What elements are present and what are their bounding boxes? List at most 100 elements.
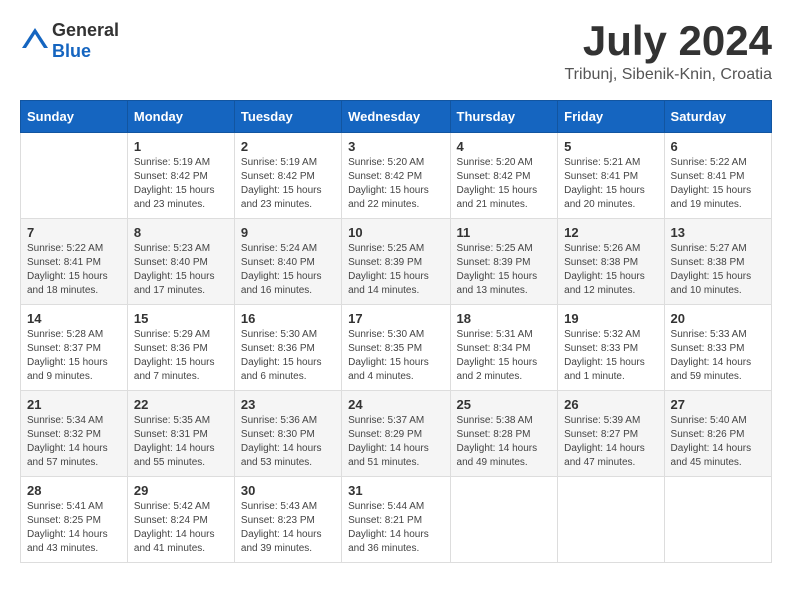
calendar-cell: 3 Sunrise: 5:20 AM Sunset: 8:42 PM Daylig… (342, 133, 450, 219)
calendar-cell: 25Sunrise: 5:38 AM Sunset: 8:28 PM Dayli… (450, 391, 558, 477)
title-area: July 2024 Tribunj, Sibenik-Knin, Croatia (565, 20, 773, 84)
calendar-cell: 9 Sunrise: 5:24 AM Sunset: 8:40 PM Daylig… (234, 219, 341, 305)
day-info: Sunrise: 5:25 AM Sunset: 8:39 PM Dayligh… (348, 242, 443, 298)
day-number: 27 (671, 397, 765, 412)
day-number: 18 (457, 311, 552, 326)
day-info: Sunrise: 5:32 AM Sunset: 8:33 PM Dayligh… (564, 328, 657, 384)
calendar-cell: 22 Sunrise: 5:35 AM Sunset: 8:31 PM Dayli… (127, 391, 234, 477)
day-number: 19 (564, 311, 657, 326)
day-number: 4 (457, 139, 552, 154)
day-number: 20 (671, 311, 765, 326)
week-row-3: 14 Sunrise: 5:28 AM Sunset: 8:37 PM Dayli… (21, 305, 772, 391)
weekday-header-row: SundayMondayTuesdayWednesdayThursdayFrid… (21, 101, 772, 133)
day-info: Sunrise: 5:26 AM Sunset: 8:38 PM Dayligh… (564, 242, 657, 298)
logo-icon (20, 26, 50, 56)
day-number: 10 (348, 225, 443, 240)
calendar-cell (558, 477, 664, 563)
day-number: 29 (134, 483, 228, 498)
day-info: Sunrise: 5:34 AM Sunset: 8:32 PM Dayligh… (27, 414, 121, 470)
calendar-cell: 4Sunrise: 5:20 AM Sunset: 8:42 PM Daylig… (450, 133, 558, 219)
day-info: Sunrise: 5:36 AM Sunset: 8:30 PM Dayligh… (241, 414, 335, 470)
day-number: 25 (457, 397, 552, 412)
calendar-cell: 31 Sunrise: 5:44 AM Sunset: 8:21 PM Dayli… (342, 477, 450, 563)
day-number: 6 (671, 139, 765, 154)
day-number: 12 (564, 225, 657, 240)
logo: General Blue (20, 20, 119, 62)
calendar-cell: 2Sunrise: 5:19 AM Sunset: 8:42 PM Daylig… (234, 133, 341, 219)
day-info: Sunrise: 5:43 AM Sunset: 8:23 PM Dayligh… (241, 500, 335, 556)
day-info: Sunrise: 5:31 AM Sunset: 8:34 PM Dayligh… (457, 328, 552, 384)
day-info: Sunrise: 5:29 AM Sunset: 8:36 PM Dayligh… (134, 328, 228, 384)
day-info: Sunrise: 5:40 AM Sunset: 8:26 PM Dayligh… (671, 414, 765, 470)
day-number: 28 (27, 483, 121, 498)
calendar-cell: 16Sunrise: 5:30 AM Sunset: 8:36 PM Dayli… (234, 305, 341, 391)
day-info: Sunrise: 5:23 AM Sunset: 8:40 PM Dayligh… (134, 242, 228, 298)
day-info: Sunrise: 5:25 AM Sunset: 8:39 PM Dayligh… (457, 242, 552, 298)
calendar-cell: 13 Sunrise: 5:27 AM Sunset: 8:38 PM Dayli… (664, 219, 771, 305)
calendar-cell: 7 Sunrise: 5:22 AM Sunset: 8:41 PM Daylig… (21, 219, 128, 305)
day-info: Sunrise: 5:35 AM Sunset: 8:31 PM Dayligh… (134, 414, 228, 470)
calendar-cell: 12 Sunrise: 5:26 AM Sunset: 8:38 PM Dayli… (558, 219, 664, 305)
day-number: 7 (27, 225, 121, 240)
week-row-2: 7 Sunrise: 5:22 AM Sunset: 8:41 PM Daylig… (21, 219, 772, 305)
day-info: Sunrise: 5:30 AM Sunset: 8:35 PM Dayligh… (348, 328, 443, 384)
day-number: 13 (671, 225, 765, 240)
calendar-cell: 27 Sunrise: 5:40 AM Sunset: 8:26 PM Dayli… (664, 391, 771, 477)
day-number: 3 (348, 139, 443, 154)
day-info: Sunrise: 5:28 AM Sunset: 8:37 PM Dayligh… (27, 328, 121, 384)
day-number: 1 (134, 139, 228, 154)
calendar-cell: 6 Sunrise: 5:22 AM Sunset: 8:41 PM Daylig… (664, 133, 771, 219)
calendar-cell: 1 Sunrise: 5:19 AM Sunset: 8:42 PM Daylig… (127, 133, 234, 219)
day-info: Sunrise: 5:30 AM Sunset: 8:36 PM Dayligh… (241, 328, 335, 384)
month-title: July 2024 (565, 20, 773, 62)
calendar-cell: 29 Sunrise: 5:42 AM Sunset: 8:24 PM Dayli… (127, 477, 234, 563)
calendar-cell (21, 133, 128, 219)
weekday-header-friday: Friday (558, 101, 664, 133)
day-number: 30 (241, 483, 335, 498)
calendar-cell (664, 477, 771, 563)
location-subtitle: Tribunj, Sibenik-Knin, Croatia (565, 66, 773, 84)
calendar-cell: 23 Sunrise: 5:36 AM Sunset: 8:30 PM Dayli… (234, 391, 341, 477)
day-info: Sunrise: 5:19 AM Sunset: 8:42 PM Dayligh… (241, 156, 335, 212)
day-number: 11 (457, 225, 552, 240)
calendar-cell: 30 Sunrise: 5:43 AM Sunset: 8:23 PM Dayli… (234, 477, 341, 563)
calendar-cell: 21 Sunrise: 5:34 AM Sunset: 8:32 PM Dayli… (21, 391, 128, 477)
weekday-header-tuesday: Tuesday (234, 101, 341, 133)
day-info: Sunrise: 5:19 AM Sunset: 8:42 PM Dayligh… (134, 156, 228, 212)
day-number: 21 (27, 397, 121, 412)
logo-text-blue: Blue (52, 41, 91, 61)
calendar-cell: 28 Sunrise: 5:41 AM Sunset: 8:25 PM Dayli… (21, 477, 128, 563)
calendar-cell: 19 Sunrise: 5:32 AM Sunset: 8:33 PM Dayli… (558, 305, 664, 391)
week-row-1: 1 Sunrise: 5:19 AM Sunset: 8:42 PM Daylig… (21, 133, 772, 219)
day-info: Sunrise: 5:39 AM Sunset: 8:27 PM Dayligh… (564, 414, 657, 470)
day-info: Sunrise: 5:22 AM Sunset: 8:41 PM Dayligh… (27, 242, 121, 298)
day-info: Sunrise: 5:42 AM Sunset: 8:24 PM Dayligh… (134, 500, 228, 556)
day-number: 22 (134, 397, 228, 412)
calendar-cell (450, 477, 558, 563)
day-info: Sunrise: 5:24 AM Sunset: 8:40 PM Dayligh… (241, 242, 335, 298)
day-info: Sunrise: 5:37 AM Sunset: 8:29 PM Dayligh… (348, 414, 443, 470)
day-number: 17 (348, 311, 443, 326)
calendar-cell: 17 Sunrise: 5:30 AM Sunset: 8:35 PM Dayli… (342, 305, 450, 391)
day-number: 9 (241, 225, 335, 240)
day-number: 5 (564, 139, 657, 154)
week-row-4: 21 Sunrise: 5:34 AM Sunset: 8:32 PM Dayli… (21, 391, 772, 477)
day-info: Sunrise: 5:20 AM Sunset: 8:42 PM Dayligh… (348, 156, 443, 212)
calendar-cell: 24Sunrise: 5:37 AM Sunset: 8:29 PM Dayli… (342, 391, 450, 477)
day-number: 14 (27, 311, 121, 326)
day-info: Sunrise: 5:41 AM Sunset: 8:25 PM Dayligh… (27, 500, 121, 556)
calendar-cell: 8 Sunrise: 5:23 AM Sunset: 8:40 PM Daylig… (127, 219, 234, 305)
day-number: 8 (134, 225, 228, 240)
calendar-cell: 18 Sunrise: 5:31 AM Sunset: 8:34 PM Dayli… (450, 305, 558, 391)
logo-text-general: General (52, 20, 119, 40)
day-number: 31 (348, 483, 443, 498)
calendar-cell: 20Sunrise: 5:33 AM Sunset: 8:33 PM Dayli… (664, 305, 771, 391)
calendar-cell: 15 Sunrise: 5:29 AM Sunset: 8:36 PM Dayli… (127, 305, 234, 391)
day-number: 15 (134, 311, 228, 326)
day-info: Sunrise: 5:27 AM Sunset: 8:38 PM Dayligh… (671, 242, 765, 298)
day-info: Sunrise: 5:44 AM Sunset: 8:21 PM Dayligh… (348, 500, 443, 556)
day-number: 23 (241, 397, 335, 412)
calendar-cell: 26 Sunrise: 5:39 AM Sunset: 8:27 PM Dayli… (558, 391, 664, 477)
day-info: Sunrise: 5:22 AM Sunset: 8:41 PM Dayligh… (671, 156, 765, 212)
day-number: 26 (564, 397, 657, 412)
